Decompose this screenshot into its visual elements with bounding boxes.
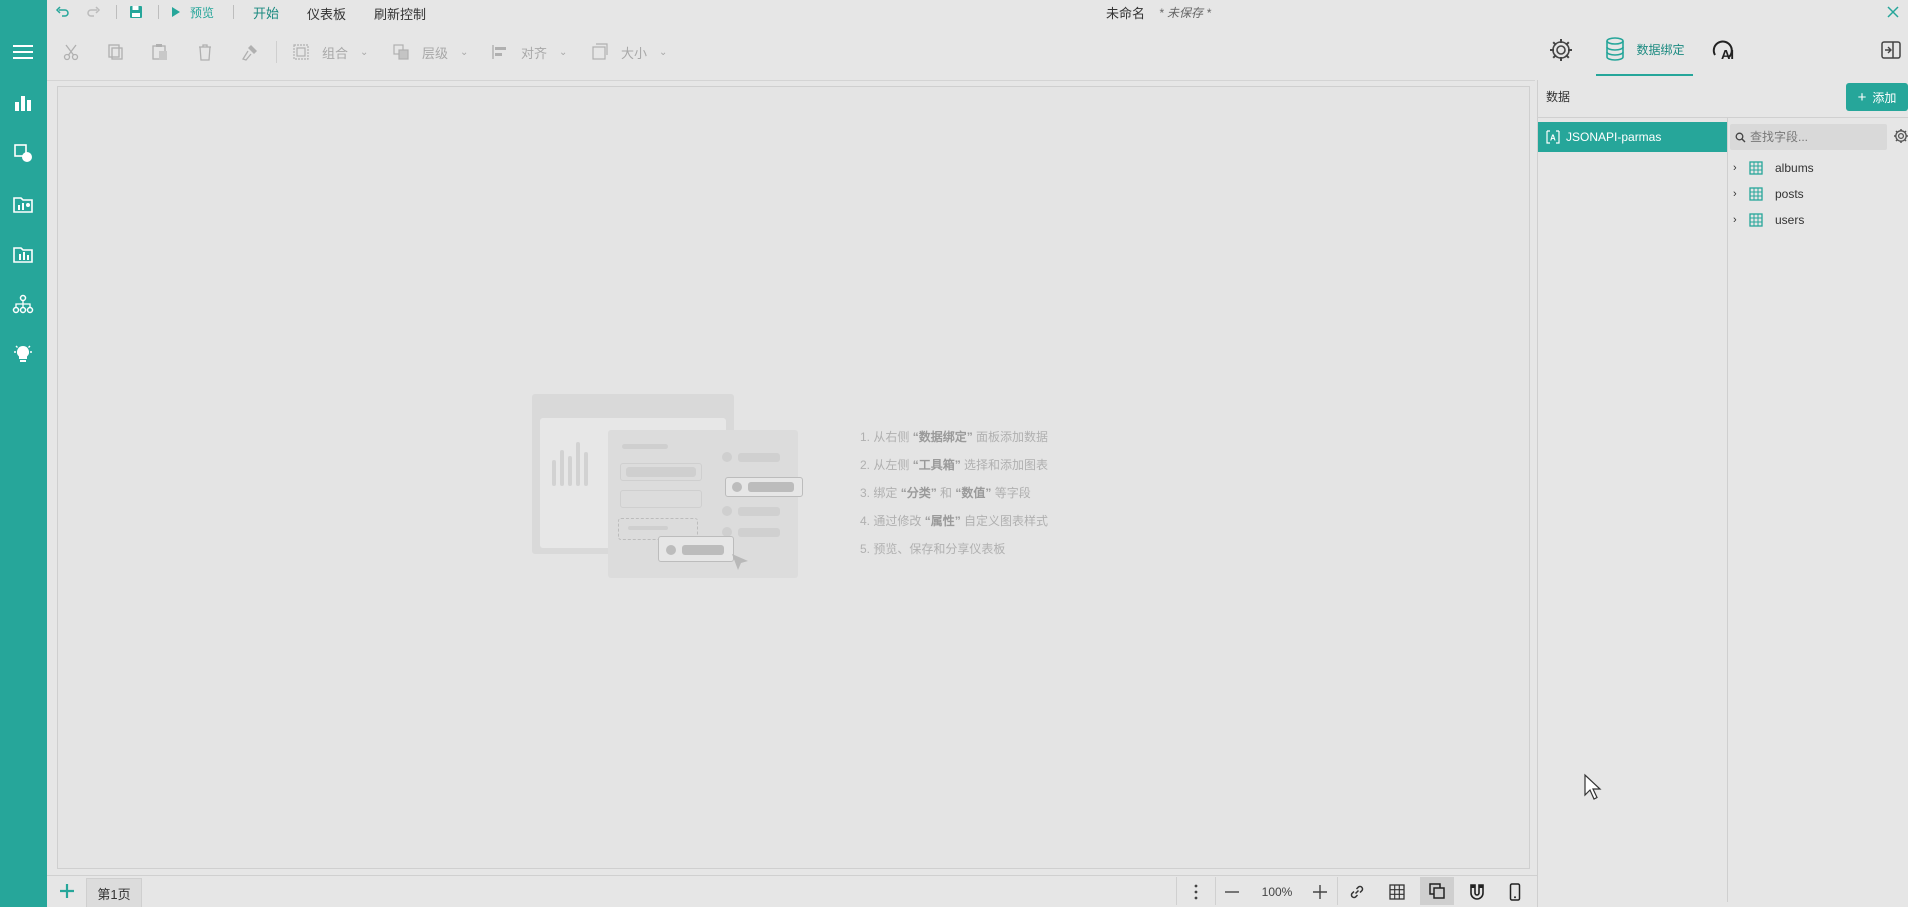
format-painter-icon[interactable] (241, 42, 259, 62)
align-dropdown[interactable]: 对齐 ⌄ (491, 42, 567, 62)
mouse-pointer-icon (1584, 773, 1602, 800)
database-icon (1606, 37, 1625, 61)
hint-1: 1. 从右侧 “数据绑定” 面板添加数据 (860, 430, 1049, 444)
magnet-icon[interactable] (1460, 879, 1494, 905)
plus-icon (60, 884, 74, 898)
size-dropdown[interactable]: 大小 ⌄ (591, 42, 667, 62)
link-icon[interactable] (1340, 879, 1374, 905)
tab-data-binding[interactable]: 数据绑定 (1596, 24, 1693, 76)
snap-to-object-icon[interactable] (1420, 877, 1454, 905)
datasource-item[interactable]: A JSONAPI-parmas (1538, 122, 1727, 152)
chevron-right-icon: › (1733, 162, 1737, 174)
cut-icon[interactable] (62, 42, 80, 62)
shapes-icon[interactable] (9, 139, 37, 167)
chevron-down-icon: ⌄ (559, 46, 568, 58)
save-icon[interactable] (129, 3, 143, 21)
delete-icon[interactable] (196, 42, 214, 62)
play-icon (172, 7, 180, 17)
gear-icon (1550, 39, 1572, 61)
api-datasource-icon: A (1546, 130, 1560, 144)
chevron-down-icon: ⌄ (360, 46, 369, 58)
align-icon (492, 45, 506, 59)
title-bar: 预览 开始 仪表板 刷新控制 未命名 * 未保存 * (47, 0, 1908, 26)
lightbulb-icon[interactable] (9, 340, 37, 368)
table-node-albums[interactable]: › albums (1733, 157, 1814, 179)
chevron-down-icon: ⌄ (460, 46, 469, 58)
report-folder-icon[interactable] (9, 240, 37, 268)
hamburger-menu-icon[interactable] (9, 38, 37, 66)
save-status: * 未保存 * (1159, 5, 1212, 20)
layer-dropdown[interactable]: 层级 ⌄ (392, 42, 468, 62)
plus-icon: + (1857, 88, 1867, 106)
add-page-button[interactable] (55, 879, 79, 903)
table-icon (1749, 213, 1763, 227)
ai-assistant-tab[interactable]: AI (1710, 35, 1740, 65)
copy-icon[interactable] (106, 42, 124, 62)
hint-4: 4. 通过修改 “属性” 自定义图表样式 (860, 514, 1049, 528)
size-icon (592, 43, 608, 60)
search-icon (1735, 132, 1746, 142)
page-tab-1[interactable]: 第1页 (86, 878, 142, 907)
left-sidebar (0, 0, 47, 907)
cursor-icon (732, 554, 748, 570)
field-search-input[interactable] (1750, 130, 1878, 144)
zoom-out-button[interactable] (1215, 879, 1249, 905)
field-search[interactable] (1730, 124, 1887, 150)
hierarchy-icon[interactable] (9, 290, 37, 318)
empty-state-illustration (532, 394, 803, 578)
svg-text:AI: AI (1721, 47, 1734, 62)
field-settings-icon[interactable] (1893, 128, 1908, 147)
tab-start[interactable]: 开始 (247, 0, 285, 26)
document-title: 未命名 (1106, 5, 1146, 21)
table-icon (1749, 161, 1763, 175)
settings-tab[interactable] (1546, 35, 1576, 65)
chevron-down-icon: ⌄ (659, 46, 668, 58)
table-node-users[interactable]: › users (1733, 209, 1804, 231)
data-panel-title: 数据 (1546, 90, 1571, 104)
layer-icon (393, 44, 409, 60)
chevron-right-icon: › (1733, 188, 1737, 200)
chevron-right-icon: › (1733, 214, 1737, 226)
table-node-posts[interactable]: › posts (1733, 183, 1804, 205)
zoom-level[interactable]: 100% (1252, 879, 1302, 905)
more-options-icon[interactable] (1179, 879, 1213, 905)
table-icon (1749, 187, 1763, 201)
svg-text:A: A (1550, 134, 1556, 143)
group-dropdown[interactable]: 组合 ⌄ (292, 42, 368, 62)
hint-2: 2. 从左侧 “工具箱” 选择和添加图表 (860, 458, 1049, 472)
minus-icon (1225, 891, 1239, 893)
tab-dashboard[interactable]: 仪表板 (307, 0, 346, 26)
add-datasource-button[interactable]: + 添加 (1846, 83, 1908, 111)
ai-icon: AI (1712, 40, 1734, 62)
paste-icon[interactable] (151, 42, 169, 62)
collapse-panel-icon[interactable] (1876, 35, 1906, 65)
tab-refresh-control[interactable]: 刷新控制 (374, 0, 426, 26)
preview-button[interactable]: 预览 (171, 3, 214, 21)
mobile-view-icon[interactable] (1498, 879, 1532, 905)
zoom-in-button[interactable] (1303, 879, 1337, 905)
grid-icon[interactable] (1380, 879, 1414, 905)
close-icon[interactable] (1887, 3, 1899, 21)
plus-icon (1313, 885, 1327, 899)
group-icon (293, 44, 309, 60)
undo-icon[interactable] (55, 3, 69, 21)
redo-icon[interactable] (87, 3, 101, 21)
chart-toolbox-icon[interactable] (9, 89, 37, 117)
hint-5: 5. 预览、保存和分享仪表板 (860, 542, 1006, 556)
dashboard-folder-icon[interactable] (9, 190, 37, 218)
hint-3: 3. 绑定 “分类” 和 “数值” 等字段 (860, 486, 1031, 500)
